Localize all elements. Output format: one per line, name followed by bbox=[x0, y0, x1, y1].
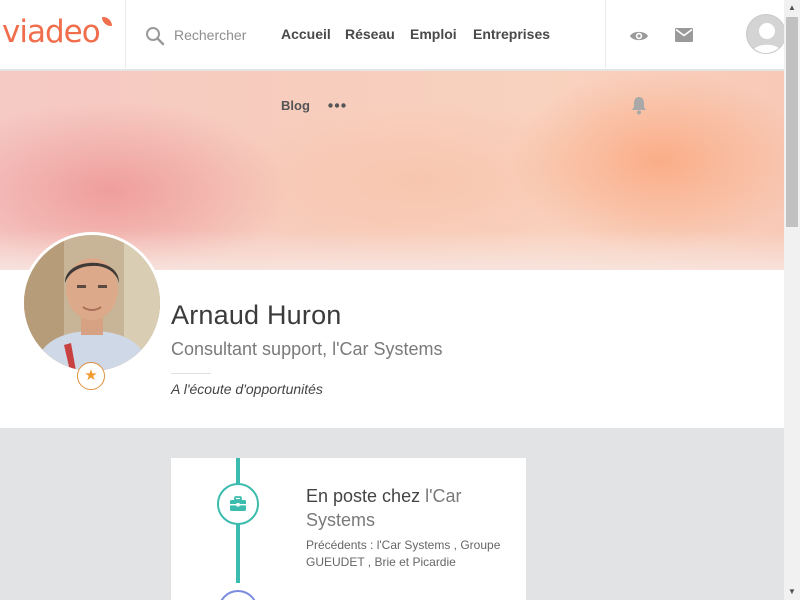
more-icon[interactable] bbox=[328, 103, 346, 108]
premium-badge: ★ bbox=[77, 362, 105, 390]
nav-divider bbox=[605, 0, 606, 70]
briefcase-icon bbox=[230, 496, 246, 511]
scrollbar-thumb[interactable] bbox=[786, 17, 798, 227]
logo-text: viadeo bbox=[2, 14, 101, 50]
position-prefix: En poste chez bbox=[306, 486, 421, 506]
scroll-down-arrow-icon[interactable]: ▼ bbox=[784, 584, 800, 600]
nav-emploi[interactable]: Emploi bbox=[410, 26, 457, 42]
nav-blog[interactable]: Blog bbox=[281, 98, 310, 113]
mail-icon[interactable] bbox=[675, 28, 693, 42]
scroll-up-arrow-icon[interactable]: ▲ bbox=[784, 0, 800, 16]
eye-icon[interactable] bbox=[629, 29, 649, 43]
nav-entreprises[interactable]: Entreprises bbox=[473, 26, 550, 42]
nav-accueil[interactable]: Accueil bbox=[281, 26, 331, 42]
timeline-node-current bbox=[217, 483, 259, 525]
user-silhouette-icon bbox=[752, 23, 782, 53]
search-input[interactable] bbox=[174, 27, 254, 43]
bell-icon[interactable] bbox=[631, 96, 647, 115]
profile-divider bbox=[171, 373, 211, 374]
user-avatar[interactable] bbox=[746, 14, 786, 54]
current-position: En poste chez l'Car Systems bbox=[306, 484, 516, 532]
star-icon: ★ bbox=[84, 367, 98, 384]
search-icon bbox=[146, 27, 165, 46]
profile-status: A l'écoute d'opportunités bbox=[171, 381, 323, 397]
profile-name: Arnaud Huron bbox=[171, 300, 342, 330]
nav-reseau[interactable]: Réseau bbox=[345, 26, 395, 42]
profile-headline: Consultant support, l'Car Systems bbox=[171, 339, 443, 359]
top-navigation-bar: viadeo Accueil Réseau Emploi Entreprises bbox=[0, 0, 786, 70]
search-box[interactable] bbox=[127, 0, 257, 70]
viadeo-logo[interactable]: viadeo bbox=[0, 0, 126, 70]
profile-photo[interactable] bbox=[21, 232, 163, 374]
previous-positions: Précédents : l'Car Systems , Groupe GUEU… bbox=[306, 538, 501, 569]
logo-leaf-icon bbox=[102, 17, 112, 26]
profile-portrait bbox=[24, 235, 160, 371]
